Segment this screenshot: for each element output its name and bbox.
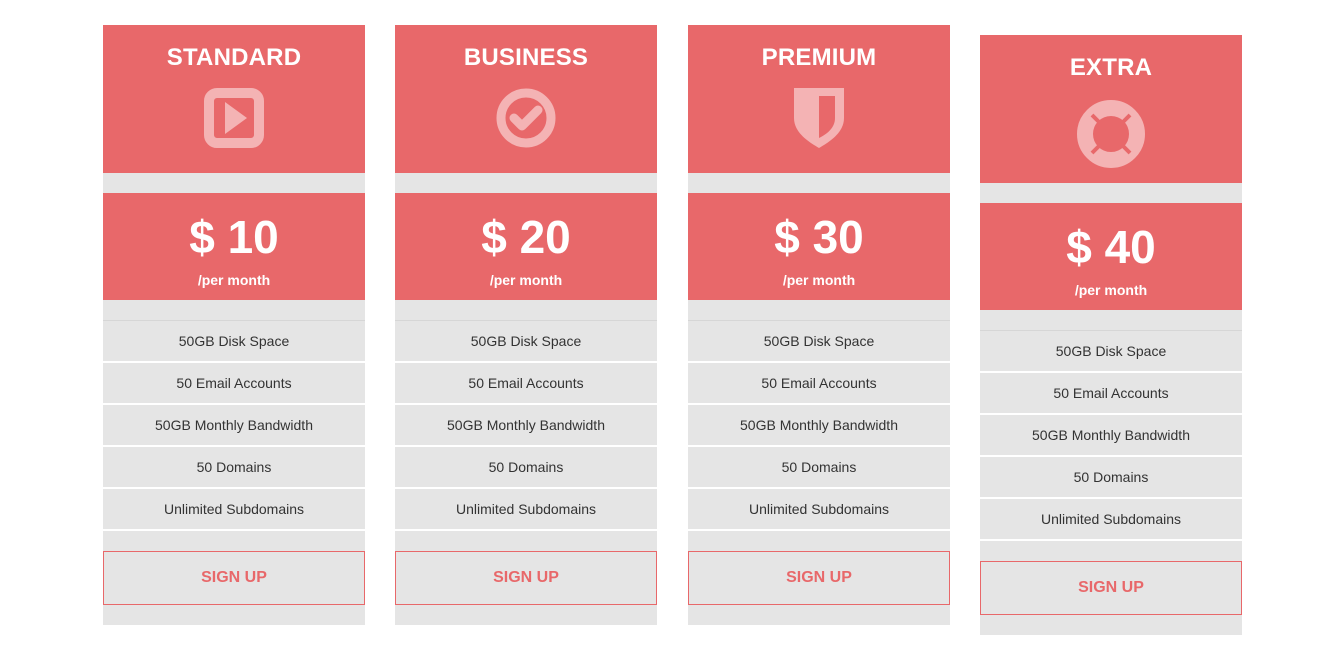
price-box: $ 10 /per month [103, 193, 365, 300]
feature-list: 50GB Disk Space 50 Email Accounts 50GB M… [980, 330, 1242, 541]
feature-item: 50 Domains [103, 447, 365, 489]
feature-item: 50 Domains [980, 457, 1242, 499]
feature-list: 50GB Disk Space 50 Email Accounts 50GB M… [395, 320, 657, 531]
plan-card-standard: STANDARD $ 10 /per month 50GB Disk Space… [103, 25, 365, 625]
price-period: /per month [197, 272, 271, 288]
feature-item: Unlimited Subdomains [103, 489, 365, 531]
plan-name: EXTRA [1069, 54, 1153, 81]
feature-list: 50GB Disk Space 50 Email Accounts 50GB M… [103, 320, 365, 531]
feature-item: Unlimited Subdomains [688, 489, 950, 531]
price-period: /per month [489, 272, 563, 288]
plan-card-premium: PREMIUM $ 30 /per month 50GB Disk Space … [688, 25, 950, 625]
price: $ 20 [481, 211, 571, 263]
feature-item: 50 Email Accounts [103, 363, 365, 405]
feature-item: 50GB Disk Space [395, 321, 657, 363]
plan-header: BUSINESS [395, 25, 657, 173]
price-box: $ 40 /per month [980, 203, 1242, 310]
lifebuoy-icon [1075, 98, 1147, 168]
signup-button-premium[interactable]: SIGN UP [688, 551, 950, 605]
plan-name: BUSINESS [463, 44, 589, 71]
signup-button-standard[interactable]: SIGN UP [103, 551, 365, 605]
plan-header: PREMIUM [688, 25, 950, 173]
feature-item: 50 Email Accounts [980, 373, 1242, 415]
feature-item: 50GB Disk Space [103, 321, 365, 363]
price: $ 40 [1066, 221, 1156, 273]
price-box: $ 20 /per month [395, 193, 657, 300]
plan-card-business: BUSINESS $ 20 /per month 50GB Disk Space… [395, 25, 657, 625]
price: $ 30 [774, 211, 864, 263]
price: $ 10 [189, 211, 279, 263]
feature-item: 50GB Disk Space [980, 331, 1242, 373]
signup-button-business[interactable]: SIGN UP [395, 551, 657, 605]
feature-item: 50GB Monthly Bandwidth [688, 405, 950, 447]
feature-item: 50GB Disk Space [688, 321, 950, 363]
price-period: /per month [1074, 282, 1148, 298]
feature-item: 50GB Monthly Bandwidth [103, 405, 365, 447]
pricing-table: STANDARD $ 10 /per month 50GB Disk Space… [0, 0, 1340, 669]
shield-icon [783, 88, 855, 150]
signup-button-extra[interactable]: SIGN UP [980, 561, 1242, 615]
feature-item: 50 Domains [688, 447, 950, 489]
play-square-icon [198, 88, 270, 150]
plan-card-extra: EXTRA $ 40 /per month 50GB Disk Space 50… [980, 35, 1242, 635]
feature-item: 50 Email Accounts [395, 363, 657, 405]
price-box: $ 30 /per month [688, 193, 950, 300]
feature-item: Unlimited Subdomains [395, 489, 657, 531]
feature-item: 50 Domains [395, 447, 657, 489]
price-period: /per month [782, 272, 856, 288]
feature-item: 50GB Monthly Bandwidth [980, 415, 1242, 457]
plan-header: EXTRA [980, 35, 1242, 183]
plan-name: STANDARD [166, 44, 302, 71]
feature-item: 50 Email Accounts [688, 363, 950, 405]
feature-list: 50GB Disk Space 50 Email Accounts 50GB M… [688, 320, 950, 531]
plan-name: PREMIUM [761, 44, 877, 71]
feature-item: Unlimited Subdomains [980, 499, 1242, 541]
feature-item: 50GB Monthly Bandwidth [395, 405, 657, 447]
plan-header: STANDARD [103, 25, 365, 173]
check-circle-icon [490, 88, 562, 150]
